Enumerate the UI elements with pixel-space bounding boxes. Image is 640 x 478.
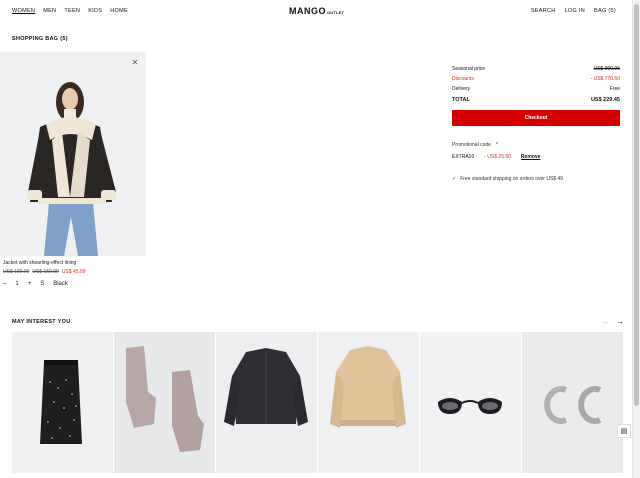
discounts-value: - US$ 770.50: [590, 76, 620, 82]
shipping-note-text: Free standard shipping on orders over US…: [460, 176, 564, 182]
nav-kids[interactable]: KIDS: [88, 8, 102, 14]
site-header: WOMEN MEN TEEN KIDS HOME MANGOOUTLET SEA…: [0, 0, 632, 24]
carousel-arrows: ← →: [602, 317, 624, 326]
remove-promo-link[interactable]: Remove: [521, 154, 540, 160]
main-nav: WOMEN MEN TEEN KIDS HOME: [12, 8, 128, 14]
nav-home[interactable]: HOME: [110, 8, 128, 14]
delivery-value: Free: [609, 86, 620, 92]
brand-logo[interactable]: MANGOOUTLET: [289, 6, 344, 16]
remove-item-icon[interactable]: ✕: [130, 58, 140, 68]
checkout-button[interactable]: Checkout: [452, 110, 620, 126]
total-value: US$ 229.45: [590, 97, 620, 103]
seasonal-label: Seasonal price: [452, 66, 486, 72]
recommendations-title: MAY INTEREST YOU: [12, 319, 71, 325]
delivery-row: Delivery Free: [452, 84, 620, 94]
sale-price: US$ 45.99: [61, 269, 86, 275]
sunglasses-image: [420, 332, 521, 473]
seasonal-value: US$ 999.95: [593, 66, 620, 72]
chat-icon[interactable]: ▤: [617, 424, 631, 438]
nav-teen[interactable]: TEEN: [64, 8, 80, 14]
arrow-right-icon[interactable]: →: [616, 317, 624, 326]
applied-promo: EXTRA10 - US$ 25.50 Remove: [452, 154, 540, 160]
promo-code-toggle[interactable]: Promotional code ^: [452, 142, 498, 148]
arrow-left-icon[interactable]: ←: [602, 317, 610, 326]
page-scrollbar[interactable]: [632, 0, 640, 478]
nav-men[interactable]: MEN: [43, 8, 56, 14]
recommendations-carousel: [12, 332, 632, 473]
product-tile-hoop-earrings[interactable]: [522, 332, 623, 473]
knit-gloves-image: [114, 332, 215, 473]
utility-nav: SEARCH LOG IN BAG (5): [531, 8, 616, 14]
decrease-quantity-button[interactable]: –: [3, 281, 6, 287]
seasonal-price-row: Seasonal price US$ 999.95: [452, 64, 620, 74]
product-tile-denim-jacket[interactable]: [216, 332, 317, 473]
hoop-earrings-image: [522, 332, 623, 473]
nav-women[interactable]: WOMEN: [12, 8, 35, 14]
product-image[interactable]: [0, 52, 146, 256]
original-price: US$ 199.99: [3, 269, 30, 275]
scroll-thumb[interactable]: [634, 4, 639, 406]
promo-discount: - US$ 25.50: [484, 154, 511, 160]
previous-price: US$ 159.99: [32, 269, 59, 275]
bag-title: SHOPPING BAG (5): [12, 36, 68, 42]
total-label: TOTAL: [452, 97, 470, 103]
total-row: TOTAL US$ 229.45: [452, 95, 620, 105]
discounts-label: Discounts: [452, 76, 474, 82]
check-icon: ✓: [452, 176, 457, 182]
order-summary: Seasonal price US$ 999.95 Discounts - US…: [452, 64, 620, 105]
product-name[interactable]: Jacket with shearling-effect lining: [3, 260, 76, 266]
login-link[interactable]: LOG IN: [565, 8, 585, 14]
chevron-up-icon: ^: [495, 142, 499, 148]
bomber-jacket-image: [318, 332, 419, 473]
promo-label: Promotional code: [452, 142, 491, 148]
discounts-row: Discounts - US$ 770.50: [452, 74, 620, 84]
quantity-value: 1: [15, 281, 19, 287]
product-prices: US$ 199.99 US$ 159.99 US$ 45.99: [3, 269, 85, 275]
shipping-note: ✓ Free standard shipping on orders over …: [452, 176, 563, 182]
product-tile-bomber-jacket[interactable]: [318, 332, 419, 473]
size-value[interactable]: S: [40, 281, 44, 287]
jacket-model-illustration: [0, 52, 146, 256]
denim-jacket-image: [216, 332, 317, 473]
delivery-label: Delivery: [452, 86, 471, 92]
product-tile-sunglasses[interactable]: [420, 332, 521, 473]
logo-subtext: OUTLET: [327, 10, 345, 15]
product-tile-knit-gloves[interactable]: [114, 332, 215, 473]
product-tile-sequin-skirt[interactable]: [12, 332, 113, 473]
sequin-skirt-image: [12, 332, 113, 473]
search-link[interactable]: SEARCH: [531, 8, 556, 14]
quantity-stepper: – 1 + S Black: [3, 281, 68, 287]
increase-quantity-button[interactable]: +: [28, 281, 32, 287]
color-value: Black: [53, 281, 68, 287]
logo-text: MANGO: [289, 6, 326, 16]
promo-code: EXTRA10: [452, 154, 475, 160]
bag-link[interactable]: BAG (5): [594, 8, 616, 14]
